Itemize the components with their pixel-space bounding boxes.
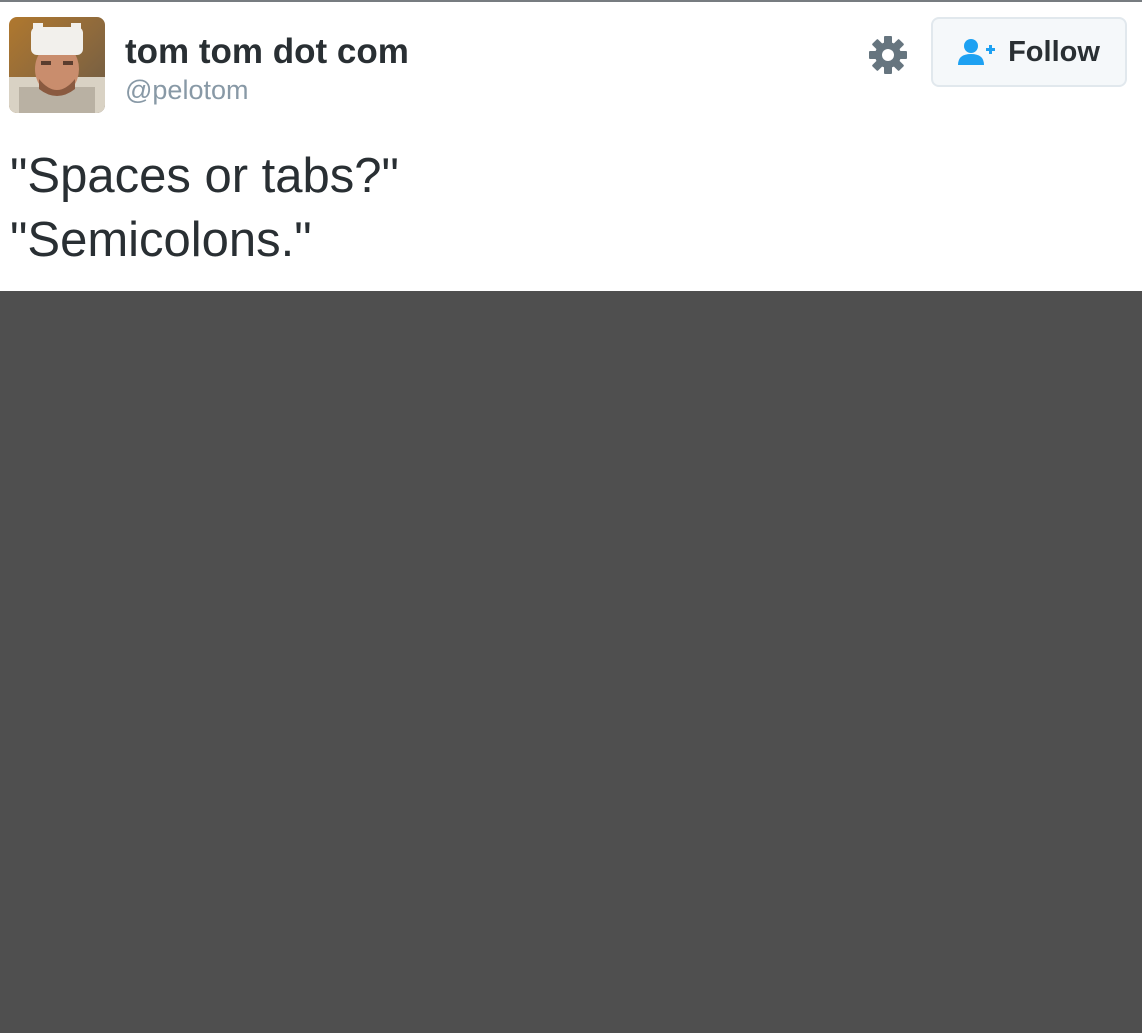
tweet-card: tom tom dot com @pelotom Follow "Spaces … bbox=[0, 2, 1142, 291]
gear-icon[interactable] bbox=[867, 34, 909, 76]
follow-label: Follow bbox=[1008, 35, 1100, 68]
add-user-icon bbox=[958, 39, 996, 65]
avatar[interactable] bbox=[9, 17, 105, 113]
display-name[interactable]: tom tom dot com bbox=[125, 32, 409, 72]
media-area bbox=[0, 291, 1142, 1033]
tweet-text: "Spaces or tabs?" "Semicolons." bbox=[10, 144, 399, 272]
follow-button[interactable]: Follow bbox=[931, 17, 1127, 87]
tweet-line: "Spaces or tabs?" bbox=[10, 149, 399, 203]
user-handle[interactable]: @pelotom bbox=[125, 74, 248, 106]
avatar-image bbox=[9, 17, 105, 113]
tweet-line: "Semicolons." bbox=[10, 213, 312, 267]
